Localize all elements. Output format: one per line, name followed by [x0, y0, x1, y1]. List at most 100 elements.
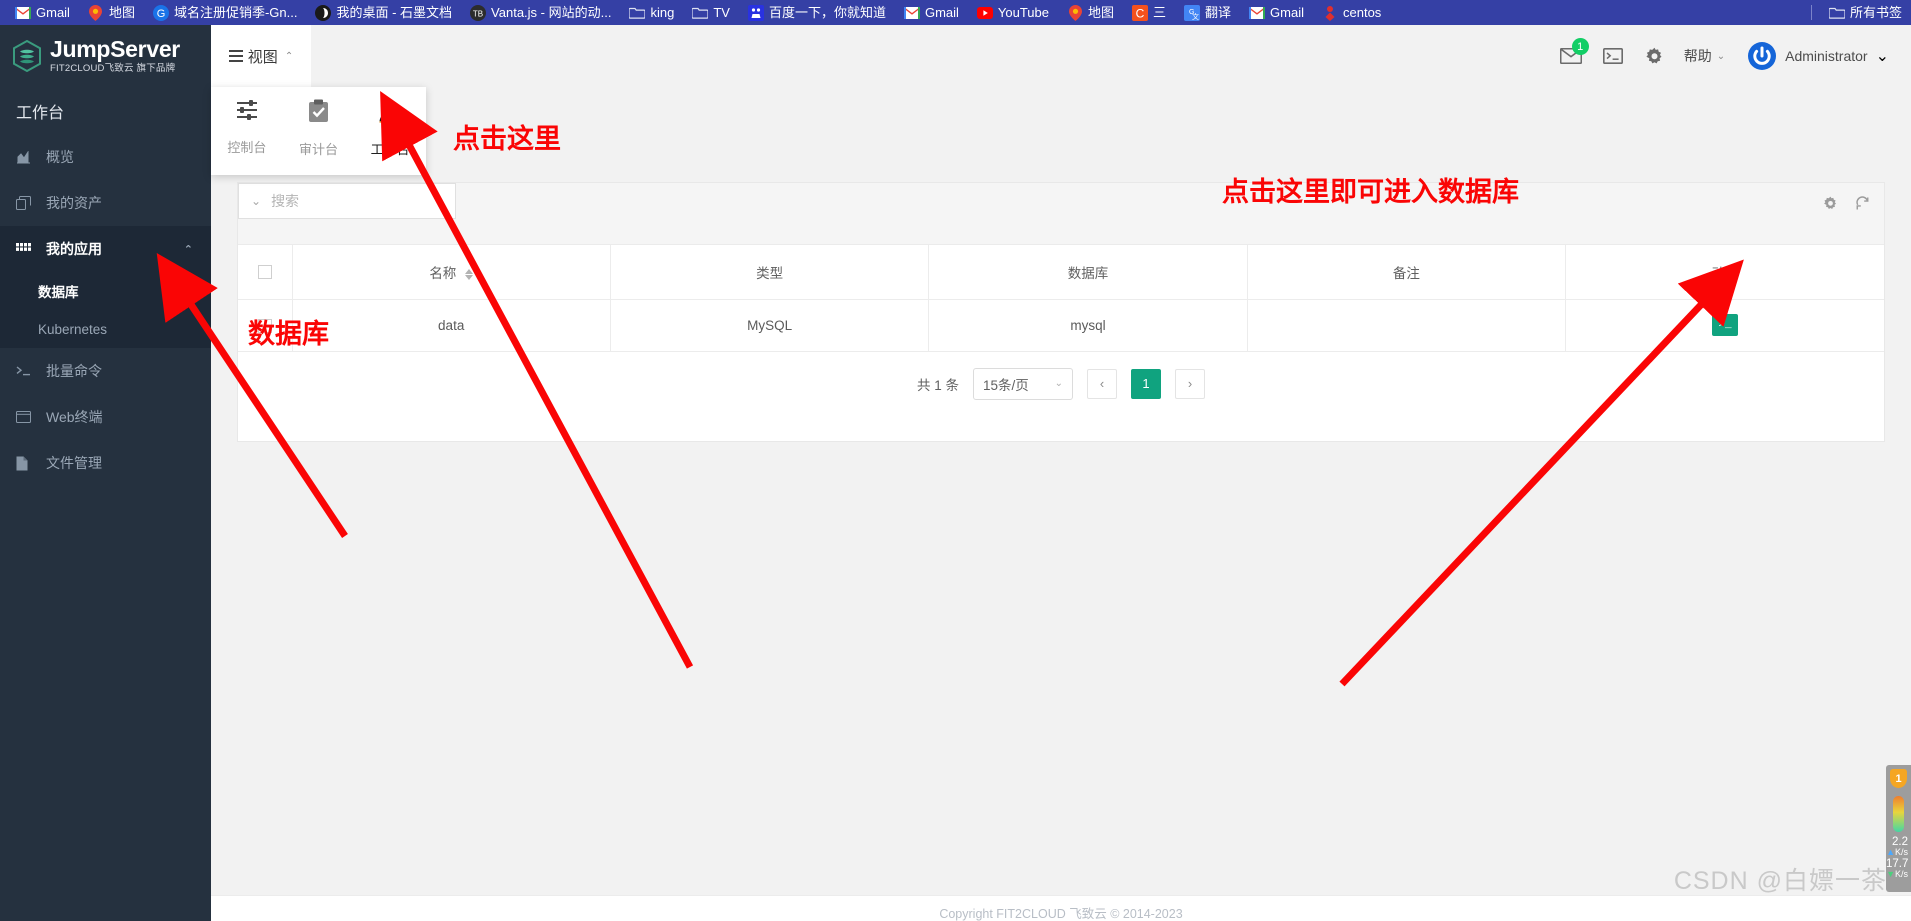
view-option-workbench[interactable]: 工作台: [359, 99, 421, 158]
annotation-database: 数据库: [248, 319, 329, 349]
chevron-down-icon: ⌄: [1054, 378, 1063, 389]
column-header-name[interactable]: 名称: [292, 245, 611, 300]
bookmark-item[interactable]: YouTube: [968, 0, 1058, 25]
all-bookmarks-label: 所有书签: [1849, 5, 1902, 20]
all-bookmarks-button[interactable]: 所有书签: [1820, 0, 1911, 25]
maps-pin-icon: [88, 4, 104, 21]
bookmark-item[interactable]: 百度一下，你就知道: [739, 0, 895, 25]
sidebar-item-overview[interactable]: 概览: [0, 134, 211, 180]
user-menu[interactable]: Administrator ⌄: [1747, 41, 1889, 71]
gmail-icon: [1249, 5, 1266, 21]
column-header-action: 动作: [1565, 245, 1884, 300]
screenshot-root: Gmail 地图 G 域名注册促销季-Gn... 我的桌面 - 石墨文档 TB …: [0, 0, 1911, 921]
window-icon: [16, 411, 36, 423]
sidebar: JumpServer FIT2CLOUD飞致云 旗下品牌 工作台 概览 我的资产: [0, 25, 211, 921]
database-card: ⌄ 搜索 名称 类型 数据库 备注 动作 data MySQL mysql >_…: [237, 182, 1885, 442]
view-menu-label: 视图: [247, 48, 278, 66]
bookmark-item[interactable]: Gmail: [895, 0, 968, 25]
help-menu[interactable]: 帮助 ⌄: [1684, 46, 1725, 66]
column-label: 动作: [1711, 265, 1739, 281]
sidebar-item-database[interactable]: 数据库: [0, 272, 211, 310]
view-option-label: 审计台: [298, 142, 338, 157]
help-label: 帮助: [1683, 48, 1712, 64]
network-speed-widget[interactable]: 1 2.2 ▲K/s 17.7 ▼K/s: [1886, 765, 1911, 892]
bookmark-item[interactable]: 地图: [1058, 0, 1123, 25]
bookmark-item[interactable]: G文 翻译: [1175, 0, 1240, 25]
cell-type: MySQL: [610, 299, 930, 352]
bookmark-item[interactable]: Gmail: [6, 0, 79, 25]
bookmark-label: 地图: [1088, 5, 1115, 20]
view-option-label: 工作台: [370, 142, 410, 157]
svg-text:G: G: [157, 8, 166, 20]
assets-icon: [16, 196, 36, 210]
bookmark-item[interactable]: centos: [1313, 0, 1390, 25]
view-dropdown-panel: 控制台 审计台 工作台: [211, 87, 426, 175]
settings-button[interactable]: [1634, 35, 1676, 77]
gear-icon[interactable]: [1823, 196, 1838, 216]
app-logo[interactable]: JumpServer FIT2CLOUD飞致云 旗下品牌: [0, 25, 211, 87]
pagination-page-1[interactable]: 1: [1131, 368, 1161, 399]
sidebar-item-label: 我的资产: [46, 195, 102, 211]
bookmark-item[interactable]: 我的桌面 - 石墨文档: [306, 0, 461, 25]
page-size-value: 15条/页: [983, 377, 1029, 393]
terminal-connect-button[interactable]: >_: [1712, 314, 1739, 336]
sidebar-section-title: 工作台: [16, 104, 65, 122]
sidebar-item-my-assets[interactable]: 我的资产: [0, 180, 211, 226]
sidebar-item-kubernetes[interactable]: Kubernetes: [0, 310, 211, 348]
grid-apps-icon: [16, 243, 36, 255]
chevron-down-icon: ⌄: [1875, 48, 1889, 65]
pagination-next-button[interactable]: ›: [1175, 368, 1205, 399]
page-size-select[interactable]: 15条/页 ⌄: [973, 367, 1073, 400]
sidebar-item-label: Web终端: [46, 409, 103, 425]
bookmark-item[interactable]: king: [620, 0, 683, 25]
sort-icon[interactable]: [465, 268, 474, 280]
cell-name: data: [292, 299, 611, 352]
sidebar-item-my-apps[interactable]: 我的应用 ⌃: [0, 226, 211, 272]
bookmark-label: centos: [1343, 5, 1382, 20]
table-body: data MySQL mysql >_: [238, 299, 1884, 352]
bookmark-item[interactable]: G 域名注册促销季-Gn...: [144, 0, 307, 25]
gmail-icon: [903, 5, 920, 21]
bookmark-label: 我的桌面 - 石墨文档: [336, 5, 453, 20]
sliders-icon: [235, 99, 259, 126]
bookmark-item[interactable]: TV: [683, 0, 739, 25]
search-input[interactable]: ⌄ 搜索: [238, 183, 456, 219]
chevron-down-icon[interactable]: ⌄: [251, 194, 261, 208]
bookmark-item[interactable]: C 三: [1123, 0, 1175, 25]
logo-name: JumpServer: [50, 36, 180, 63]
bookmark-label: Gmail: [924, 5, 959, 20]
refresh-icon[interactable]: [1855, 196, 1870, 216]
column-label: 名称: [429, 265, 457, 281]
select-all-checkbox[interactable]: [257, 265, 272, 280]
column-header-database: 数据库: [928, 245, 1248, 300]
bookmark-label: king: [650, 5, 675, 20]
sidebar-item-file-manager[interactable]: 文件管理: [0, 440, 211, 486]
messages-button[interactable]: 1: [1550, 35, 1592, 77]
baidu-icon: [747, 4, 764, 21]
sidebar-item-web-terminal[interactable]: Web终端: [0, 394, 211, 440]
column-label: 数据库: [1067, 265, 1109, 281]
gmail-icon: [15, 5, 31, 21]
pagination-prev-button[interactable]: ‹: [1087, 368, 1117, 399]
chevron-up-icon[interactable]: ⌃: [184, 243, 193, 256]
card-toolbar: ⌄ 搜索: [238, 183, 1884, 245]
bookmark-item[interactable]: Gmail: [1240, 0, 1313, 25]
folder-icon: [1828, 5, 1845, 21]
jumpserver-logo-icon: [12, 39, 42, 73]
view-option-console[interactable]: 控制台: [216, 99, 278, 156]
user-icon: [378, 99, 402, 128]
main-content: ⌄ 搜索 名称 类型 数据库 备注 动作 data MySQL mysql >_…: [211, 87, 1911, 921]
centos-icon: [1322, 5, 1338, 21]
bookmark-item[interactable]: 地图: [79, 0, 144, 25]
view-option-audit[interactable]: 审计台: [287, 99, 349, 158]
annotation-click-here-to-enter-database: 点击这里即可进入数据库: [1222, 177, 1519, 207]
app-footer: Copyright FIT2CLOUD 飞致云 © 2014-2023: [211, 895, 1911, 921]
bookmark-item[interactable]: TB Vanta.js - 网站的动...: [461, 0, 620, 25]
table-row[interactable]: data MySQL mysql >_: [238, 299, 1884, 352]
view-menu-button[interactable]: 视图 ⌃: [211, 25, 311, 87]
logo-subtitle: FIT2CLOUD飞致云 旗下品牌: [50, 63, 176, 75]
terminal-button[interactable]: [1592, 35, 1634, 77]
clipboard-check-icon: [308, 99, 329, 128]
pagination-total: 共 1 条: [916, 377, 959, 393]
sidebar-item-batch-command[interactable]: 批量命令: [0, 348, 211, 394]
